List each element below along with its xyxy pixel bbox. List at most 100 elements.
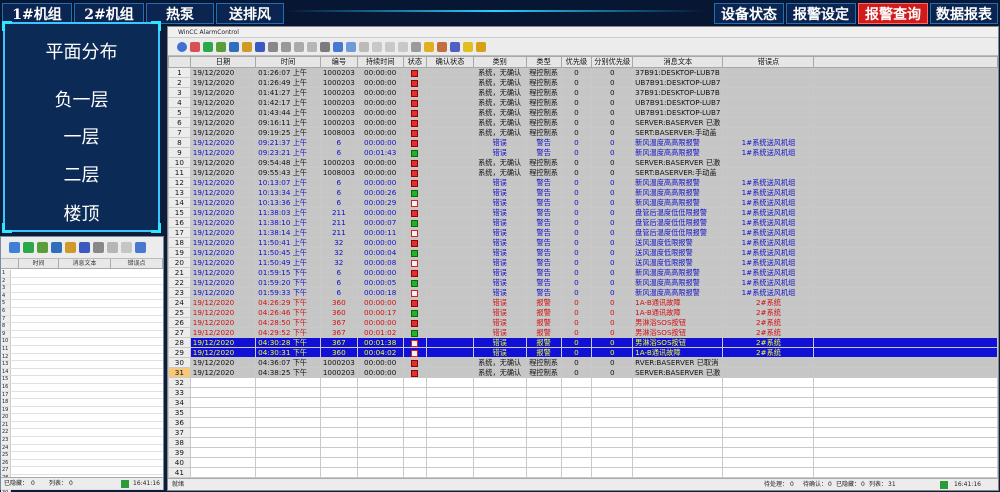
alarm-row[interactable]: 17 19/12/2020 11:38:14 上午 211 00:00:11 错误 警告 0 0…: [168, 227, 998, 238]
mini-row[interactable]: 6: [1, 307, 163, 316]
empty-row[interactable]: 34: [168, 397, 998, 408]
table-icon[interactable]: [51, 242, 62, 253]
alarm-row[interactable]: 27 19/12/2020 04:29:52 下午 367 00:01:02 错误 报警 0 0…: [168, 327, 998, 338]
row-number[interactable]: 40: [168, 457, 191, 468]
ack-state-header[interactable]: 确认状态: [426, 56, 474, 68]
group-ack-icon[interactable]: [346, 41, 356, 52]
statistics-icon[interactable]: [255, 41, 265, 52]
priority-header[interactable]: 优先级: [560, 56, 593, 68]
mini-row[interactable]: 24: [1, 444, 163, 453]
floor-b1-item[interactable]: 负一层: [5, 86, 158, 112]
row-number[interactable]: 36: [168, 417, 191, 428]
lock-icon[interactable]: [424, 41, 434, 52]
display-options-icon[interactable]: [294, 41, 304, 52]
nav-unit1-button[interactable]: 1#机组: [2, 3, 72, 24]
empty-row[interactable]: 35: [168, 407, 998, 418]
empty-header[interactable]: [813, 56, 998, 68]
row-number[interactable]: 9: [168, 147, 191, 158]
comment-icon[interactable]: [437, 41, 447, 52]
row-number[interactable]: 12: [168, 177, 191, 188]
mini-row[interactable]: 7: [1, 315, 163, 324]
row-number[interactable]: 10: [168, 157, 191, 168]
empty-row[interactable]: 39: [168, 447, 998, 458]
alarm-row[interactable]: 8 19/12/2020 09:21:37 上午 6 00:00:00 错误 警告 0 0 新风温…: [168, 137, 998, 148]
hide-icon[interactable]: [463, 41, 473, 52]
mini-row[interactable]: 4: [1, 292, 163, 301]
alarm-row[interactable]: 11 19/12/2020 09:55:43 上午 1008003 00:00:00 系统…: [168, 167, 998, 178]
long-term-archive-icon[interactable]: [229, 41, 239, 52]
row-number[interactable]: 18: [168, 237, 191, 248]
alarm-row[interactable]: 15 19/12/2020 11:38:03 上午 211 00:00:00 错误 警告 0 0…: [168, 207, 998, 218]
empty-row[interactable]: 37: [168, 427, 998, 438]
lock-list-icon[interactable]: [242, 41, 252, 52]
mini-row[interactable]: 1: [1, 270, 163, 278]
row-number[interactable]: 6: [168, 117, 191, 128]
row-number[interactable]: 16: [168, 217, 191, 228]
doc-icon[interactable]: [121, 242, 132, 253]
first-message-icon[interactable]: [372, 41, 382, 52]
row-number[interactable]: 34: [168, 397, 191, 408]
empty-row[interactable]: 38: [168, 437, 998, 448]
empty-row[interactable]: 41: [168, 467, 998, 478]
alarm-row[interactable]: 13 19/12/2020 10:13:34 上午 6 00:00:26 错误 警告 0 0 新风…: [168, 187, 998, 198]
row-number[interactable]: 21: [168, 267, 191, 278]
arrow-icon[interactable]: [93, 242, 104, 253]
nav-device-status-button[interactable]: 设备状态: [714, 3, 784, 24]
row-number[interactable]: 20: [168, 257, 191, 268]
alarm-row[interactable]: 16 19/12/2020 11:38:10 上午 211 00:00:07 错误 警告 0 0…: [168, 217, 998, 228]
row-number[interactable]: 41: [168, 467, 191, 478]
mini-row[interactable]: 10: [1, 338, 163, 346]
mini-row[interactable]: 8: [1, 323, 163, 331]
mini-row[interactable]: 23: [1, 437, 163, 445]
row-number[interactable]: 24: [168, 297, 191, 308]
row-number[interactable]: 7: [168, 127, 191, 138]
alarm-row[interactable]: 6 19/12/2020 09:16:11 上午 1000203 00:00:00 系统，…: [168, 117, 998, 128]
alarm-row[interactable]: 1 19/12/2020 01:26:07 上午 1000203 00:00:00 系统，…: [168, 67, 998, 78]
select-icon[interactable]: [281, 41, 291, 52]
row-number[interactable]: 11: [168, 167, 191, 178]
mini-row[interactable]: 9: [1, 330, 163, 339]
mini-row[interactable]: 11: [1, 345, 163, 354]
page-icon[interactable]: [107, 242, 118, 253]
alarm-row[interactable]: 10 19/12/2020 09:54:48 上午 1000203 00:00:00 系统…: [168, 157, 998, 168]
row-number[interactable]: 23: [168, 287, 191, 298]
row-number[interactable]: 5: [168, 107, 191, 118]
mini-col-time[interactable]: 时间: [19, 259, 59, 268]
alarm-row[interactable]: 30 19/12/2020 04:36:07 下午 1000203 00:00:00 系统…: [168, 357, 998, 368]
row-number[interactable]: 38: [168, 437, 191, 448]
sort-icon[interactable]: [135, 242, 146, 253]
row-number[interactable]: 22: [168, 277, 191, 288]
row-number[interactable]: 3: [168, 87, 191, 98]
alarm-row[interactable]: 5 19/12/2020 01:43:44 上午 1000203 00:00:00 系统，…: [168, 107, 998, 118]
mini-row[interactable]: 5: [1, 300, 163, 308]
mini-row[interactable]: 15: [1, 376, 163, 384]
row-number[interactable]: 28: [168, 337, 191, 348]
row-number[interactable]: 31: [168, 367, 191, 378]
row-number[interactable]: 30: [168, 357, 191, 368]
floor-1-item[interactable]: 一层: [5, 123, 158, 149]
alarm-row[interactable]: 18 19/12/2020 11:50:41 上午 32 00:00:00 错误 警告 0 0 送…: [168, 237, 998, 248]
floor-2-item[interactable]: 二层: [5, 161, 158, 187]
chart-icon[interactable]: [65, 242, 76, 253]
mini-row[interactable]: 17: [1, 391, 163, 400]
row-number[interactable]: 33: [168, 387, 191, 398]
unhide-icon[interactable]: [476, 41, 486, 52]
date-header[interactable]: 日期: [189, 56, 257, 68]
mini-row[interactable]: 2: [1, 277, 163, 286]
row-number[interactable]: 1: [168, 67, 191, 78]
type-header[interactable]: 类型: [525, 56, 562, 68]
alarm-row[interactable]: 9 19/12/2020 09:23:21 上午 6 00:01:43 错误 警告 0 0 新风温…: [168, 147, 998, 158]
message-text-header[interactable]: 消息文本: [632, 56, 724, 68]
empty-row[interactable]: 36: [168, 417, 998, 428]
split-priority-header[interactable]: 分别优先级: [591, 56, 634, 68]
mini-row[interactable]: 14: [1, 368, 163, 377]
category-header[interactable]: 类别: [472, 56, 527, 68]
print-icon[interactable]: [320, 41, 330, 52]
floor-roof-item[interactable]: 楼顶: [5, 200, 158, 226]
mini-row[interactable]: 3: [1, 285, 163, 293]
mini-row[interactable]: 18: [1, 399, 163, 407]
alarm-row[interactable]: 4 19/12/2020 01:42:17 上午 1000203 00:00:00 系统，…: [168, 97, 998, 108]
alarm-row[interactable]: 31 19/12/2020 04:38:25 下午 1000203 00:00:00 系统…: [168, 367, 998, 378]
mini-col-msg[interactable]: 消息文本: [59, 259, 111, 268]
error-point-header[interactable]: 错误点: [722, 56, 815, 68]
